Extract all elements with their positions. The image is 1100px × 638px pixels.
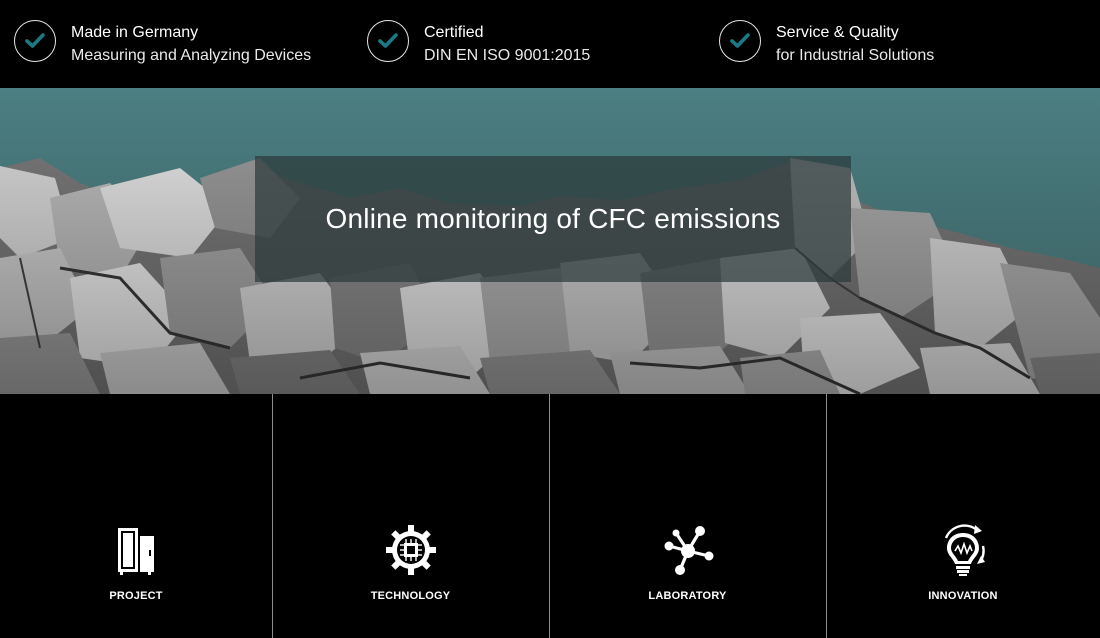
feature-subtitle: Measuring and Analyzing Devices [71, 47, 312, 64]
feature-strip: Made in Germany Measuring and Analyzing … [0, 0, 1100, 88]
feature-title: Made in Germany [71, 24, 199, 41]
hero-headline: Online monitoring of CFC emissions [325, 203, 781, 234]
refrigerator-icon [110, 524, 162, 576]
lightbulb-icon [937, 524, 989, 576]
tile-label: LABORATORY [648, 590, 727, 602]
tile-project[interactable]: PROJECT [0, 394, 272, 638]
tile-technology[interactable]: TECHNOLOGY [272, 394, 549, 638]
tile-label: PROJECT [109, 590, 163, 602]
check-circle-icon [14, 20, 56, 62]
tile-laboratory[interactable]: LABORATORY [549, 394, 826, 638]
feature-subtitle: DIN EN ISO 9001:2015 [424, 47, 591, 64]
hero-banner: Online monitoring of CFC emissions [0, 88, 1100, 394]
tile-label: TECHNOLOGY [370, 590, 451, 602]
check-circle-icon [367, 20, 409, 62]
gear-chip-icon [385, 524, 437, 576]
category-tiles: PROJECT TECHNOLOGY LABORATORY INNOVATION [0, 394, 1100, 638]
tile-innovation[interactable]: INNOVATION [826, 394, 1100, 638]
feature-title: Certified [424, 24, 484, 41]
tile-label: INNOVATION [928, 590, 998, 602]
molecule-icon [662, 524, 714, 576]
hero-headline-box: Online monitoring of CFC emissions [255, 156, 851, 282]
feature-subtitle: for Industrial Solutions [776, 47, 935, 64]
check-circle-icon [719, 20, 761, 62]
feature-title: Service & Quality [776, 24, 899, 41]
